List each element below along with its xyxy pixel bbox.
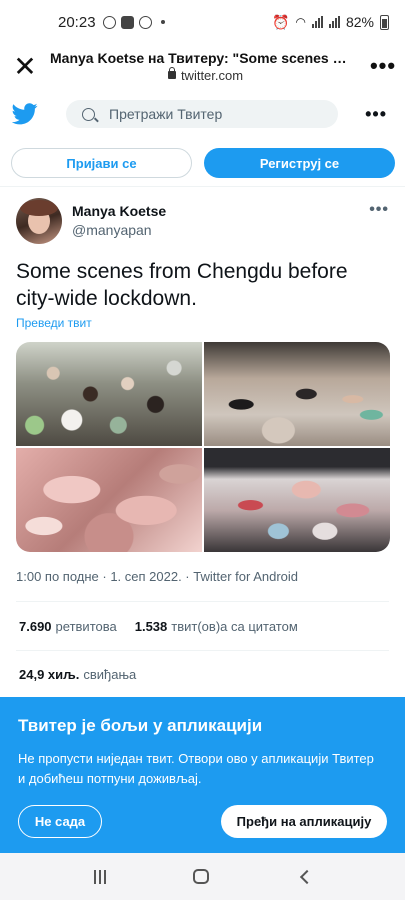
tweet-media-grid	[16, 342, 390, 552]
wifi-icon: ◠	[295, 15, 306, 29]
home-icon[interactable]	[192, 869, 209, 884]
recent-apps-icon[interactable]	[93, 869, 106, 884]
search-icon	[82, 107, 95, 121]
page-url: twitter.com	[180, 67, 244, 83]
viber-icon-2	[138, 15, 152, 29]
back-icon[interactable]	[299, 869, 314, 884]
open-app-button[interactable]: Пређи на апликацију	[221, 805, 387, 838]
likes-label: свиђања	[83, 667, 137, 682]
photo-car-trunk-groceries[interactable]	[204, 448, 390, 552]
signup-button[interactable]: Региструј се	[204, 148, 395, 178]
quotes-stat[interactable]: 1.538 твит(ов)а са цитатом	[135, 619, 298, 634]
likes-count: 24,9 хиљ.	[19, 667, 80, 682]
retweets-label: ретвитова	[55, 619, 117, 634]
twitter-logo-icon[interactable]	[0, 103, 50, 125]
signal-icon-2	[328, 16, 340, 28]
avatar[interactable]	[16, 198, 62, 244]
author-handle[interactable]: @manyapan	[72, 222, 166, 238]
viber-icon	[102, 15, 116, 29]
quotes-label: твит(ов)а са цитатом	[171, 619, 298, 634]
alarm-icon: ⏰	[272, 13, 290, 30]
photo-supermarket-crowd[interactable]	[204, 342, 390, 446]
author-name[interactable]: Manya Koetse	[72, 203, 166, 219]
login-button[interactable]: Пријави се	[11, 148, 192, 178]
quotes-count: 1.538	[134, 619, 168, 634]
promo-body: Не пропусти ниједан твит. Отвори ово у а…	[18, 751, 374, 786]
notification-icons	[102, 15, 165, 29]
battery-percent: 82%	[345, 14, 374, 30]
promo-buttons: Не сада Пређи на апликацију	[18, 805, 387, 838]
twitter-top-bar: Претражи Твитер •••	[0, 96, 405, 132]
browser-title-area: Manya Koetse на Твитеру: "Some scenes fr…	[50, 50, 361, 83]
status-bar: 20:23 ⏰ ◠ 82%	[0, 0, 405, 44]
browser-menu-button[interactable]: •••	[361, 53, 405, 79]
url-row: twitter.com	[50, 67, 361, 83]
translate-tweet-link[interactable]: Преведи твит	[16, 316, 92, 330]
search-placeholder: Претражи Твитер	[109, 106, 223, 122]
tweet-timestamp: 1:00 по подне · 1. сеп 2022. · Twitter f…	[16, 569, 299, 584]
search-input[interactable]: Претражи Твитер	[66, 100, 338, 128]
battery-icon	[380, 14, 389, 30]
divider	[0, 186, 405, 187]
divider	[16, 601, 389, 602]
more-notifications-dot	[160, 20, 165, 24]
signal-icon	[311, 16, 323, 28]
browser-header: ✕ Manya Koetse на Твитеру: "Some scenes …	[0, 44, 405, 88]
photo-market-crowd[interactable]	[16, 342, 202, 446]
twitter-more-button[interactable]: •••	[365, 104, 387, 125]
tweet-stats: 7.690 ретвитова 1.538 твит(ов)а са цитатом	[19, 619, 298, 634]
retweets-stat[interactable]: 7.690 ретвитова	[19, 619, 117, 634]
tweet-more-button[interactable]: •••	[369, 201, 389, 219]
lock-icon	[167, 67, 176, 79]
auth-buttons: Пријави се Региструј се	[11, 148, 395, 178]
promo-title: Твитер је бољи у апликацији	[18, 716, 263, 735]
not-now-button[interactable]: Не сада	[18, 805, 102, 838]
system-icons: ⏰ ◠ 82%	[272, 14, 389, 31]
page-title: Manya Koetse на Твитеру: "Some scenes fr…	[50, 49, 350, 66]
app-promo-banner: Твитер је бољи у апликацији Не пропусти …	[0, 697, 405, 853]
likes-stat[interactable]: 24,9 хиљ. свиђања	[19, 667, 136, 682]
youtube-icon	[120, 15, 134, 29]
photo-meat[interactable]	[16, 448, 202, 552]
divider	[16, 650, 389, 651]
tweet-text: Some scenes from Chengdu before city-wid…	[16, 260, 348, 310]
tweet-author[interactable]: Manya Koetse @manyapan	[72, 203, 166, 238]
retweets-count: 7.690	[19, 619, 52, 634]
android-nav-bar	[0, 853, 405, 900]
status-time: 20:23	[58, 13, 96, 31]
close-icon[interactable]: ✕	[0, 44, 50, 88]
